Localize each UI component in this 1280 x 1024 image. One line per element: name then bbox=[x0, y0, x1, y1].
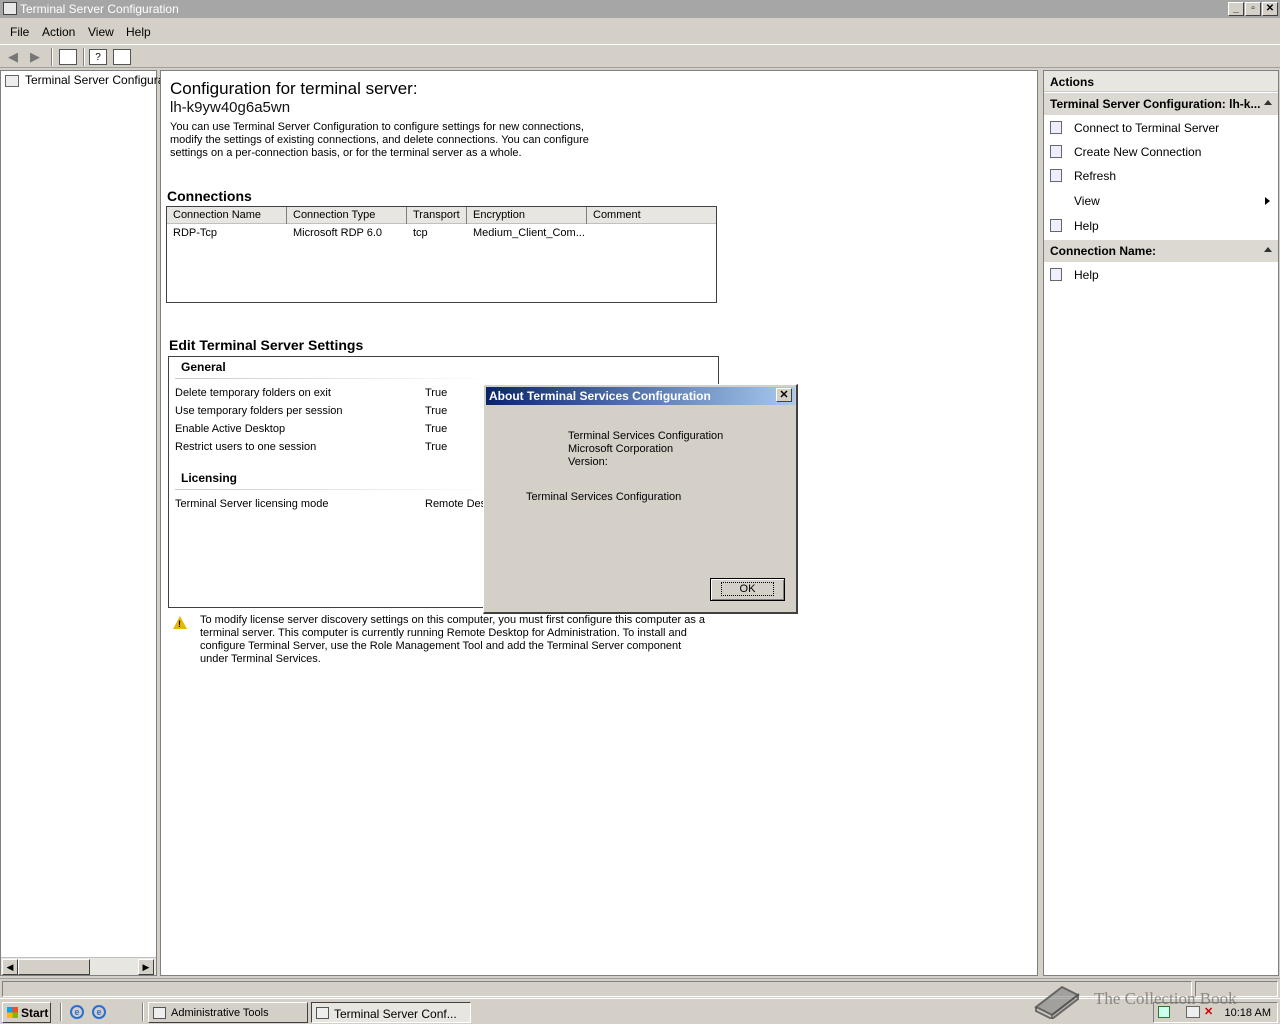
tree-item-terminal-server-configuration[interactable]: Terminal Server Configurati bbox=[5, 73, 170, 87]
setting-value: True bbox=[425, 423, 448, 435]
edit-settings-heading: Edit Terminal Server Settings bbox=[169, 337, 364, 353]
submenu-arrow-icon bbox=[1265, 197, 1270, 205]
book-icon bbox=[1034, 985, 1080, 1019]
computer-icon bbox=[5, 74, 19, 87]
tree-pane: Terminal Server Configurati ◀ ▶ bbox=[0, 70, 170, 976]
title-bar: Terminal Server Configuration _ ▫ ✕ bbox=[0, 0, 1280, 18]
action-view[interactable]: View bbox=[1044, 190, 1278, 212]
app-icon bbox=[316, 1007, 329, 1019]
dialog-description: Terminal Services Configuration bbox=[526, 491, 682, 503]
actions-pane: Actions Terminal Server Configuration: l… bbox=[1043, 70, 1279, 976]
general-heading: General bbox=[181, 360, 226, 374]
scroll-right-icon[interactable]: ▶ bbox=[138, 959, 154, 975]
help-icon[interactable]: ? bbox=[89, 49, 107, 65]
new-connection-icon bbox=[1050, 145, 1062, 158]
column-header[interactable]: Connection Type bbox=[287, 207, 407, 224]
setting-name: Terminal Server licensing mode bbox=[175, 498, 329, 510]
action-connect-to-terminal-server[interactable]: Connect to Terminal Server bbox=[1044, 117, 1278, 139]
taskbar-administrative-tools[interactable]: Administrative Tools bbox=[148, 1002, 308, 1023]
minimize-button[interactable]: _ bbox=[1228, 2, 1244, 16]
menu-view[interactable]: View bbox=[88, 25, 114, 39]
window-title: Terminal Server Configuration bbox=[20, 2, 179, 16]
divider bbox=[175, 489, 495, 490]
about-dialog: About Terminal Services Configuration ✕ … bbox=[483, 384, 798, 614]
forward-arrow-icon[interactable]: ▶ bbox=[26, 49, 44, 65]
warning-icon: ! bbox=[173, 616, 187, 629]
setting-name: Restrict users to one session bbox=[175, 441, 317, 453]
table-row[interactable]: RDP-Tcp Microsoft RDP 6.0 tcp Medium_Cli… bbox=[167, 224, 716, 242]
restore-button[interactable]: ▫ bbox=[1245, 2, 1261, 16]
table-header: Connection Name Connection Type Transpor… bbox=[167, 207, 716, 224]
horizontal-scrollbar[interactable]: ◀ ▶ bbox=[1, 957, 156, 975]
divider bbox=[175, 378, 495, 379]
warning-text: To modify license server discovery setti… bbox=[200, 614, 705, 665]
show-desktop-icon[interactable]: e bbox=[92, 1005, 106, 1019]
menu-bar: File Action View Help bbox=[0, 22, 1280, 42]
licensing-heading: Licensing bbox=[181, 471, 238, 485]
windows-logo-icon bbox=[7, 1007, 18, 1018]
server-icon bbox=[1050, 121, 1062, 134]
dialog-title: About Terminal Services Configuration bbox=[486, 387, 795, 405]
menu-action[interactable]: Action bbox=[42, 25, 75, 39]
show-hide-tree-icon[interactable] bbox=[59, 49, 77, 65]
status-panel bbox=[2, 981, 1192, 997]
actions-header: Actions bbox=[1044, 71, 1278, 92]
help-icon bbox=[1050, 219, 1062, 232]
watermark: The Collection Book bbox=[1030, 977, 1280, 1023]
setting-value: True bbox=[425, 405, 448, 417]
toolbar-separator bbox=[51, 48, 53, 66]
close-button[interactable]: ✕ bbox=[1262, 2, 1278, 16]
setting-value: Remote Des bbox=[425, 498, 487, 510]
description: You can use Terminal Server Configuratio… bbox=[170, 121, 589, 159]
taskbar-separator bbox=[142, 1003, 144, 1021]
dialog-close-icon[interactable]: ✕ bbox=[776, 388, 792, 402]
action-connection-help[interactable]: Help bbox=[1044, 264, 1278, 286]
scroll-thumb[interactable] bbox=[18, 959, 90, 975]
setting-value: True bbox=[425, 441, 448, 453]
table-cell: Microsoft RDP 6.0 bbox=[293, 227, 383, 239]
server-name: lh-k9yw40g6a5wn bbox=[170, 99, 291, 116]
actions-section-connection[interactable]: Connection Name: bbox=[1044, 240, 1278, 262]
start-button[interactable]: Start bbox=[2, 1002, 51, 1023]
help-icon bbox=[1050, 268, 1062, 281]
column-header[interactable]: Connection Name bbox=[167, 207, 287, 224]
column-header[interactable]: Comment bbox=[587, 207, 716, 224]
action-create-new-connection[interactable]: Create New Connection bbox=[1044, 141, 1278, 163]
page-title: Configuration for terminal server: bbox=[170, 79, 418, 98]
watermark-text: The Collection Book bbox=[1094, 989, 1237, 1008]
taskbar-separator bbox=[60, 1003, 62, 1021]
ok-button[interactable]: OK bbox=[710, 578, 785, 601]
table-cell: Medium_Client_Com... bbox=[473, 227, 585, 239]
scroll-left-icon[interactable]: ◀ bbox=[2, 959, 18, 975]
setting-name: Enable Active Desktop bbox=[175, 423, 286, 435]
setting-name: Delete temporary folders on exit bbox=[175, 387, 331, 399]
menu-file[interactable]: File bbox=[10, 25, 29, 39]
refresh-icon bbox=[1050, 169, 1062, 182]
collapse-arrow-icon[interactable] bbox=[1264, 247, 1272, 252]
action-refresh[interactable]: Refresh bbox=[1044, 165, 1278, 187]
show-hide-action-pane-icon[interactable] bbox=[113, 49, 131, 65]
actions-section-server[interactable]: Terminal Server Configuration: lh-k... bbox=[1044, 93, 1278, 115]
app-icon bbox=[3, 2, 17, 15]
internet-explorer-icon[interactable]: e bbox=[70, 1005, 84, 1019]
connections-table[interactable]: Connection Name Connection Type Transpor… bbox=[166, 206, 717, 303]
collapse-arrow-icon[interactable] bbox=[1264, 100, 1272, 105]
action-help[interactable]: Help bbox=[1044, 215, 1278, 237]
taskbar-terminal-server-conf[interactable]: Terminal Server Conf... bbox=[311, 1002, 471, 1023]
dialog-company: Microsoft Corporation bbox=[568, 443, 674, 455]
column-header[interactable]: Transport bbox=[407, 207, 467, 224]
table-cell: tcp bbox=[413, 227, 428, 239]
back-arrow-icon[interactable]: ◀ bbox=[4, 49, 22, 65]
setting-name: Use temporary folders per session bbox=[175, 405, 343, 417]
dialog-product-name: Terminal Services Configuration bbox=[568, 430, 724, 442]
table-cell: RDP-Tcp bbox=[173, 227, 218, 239]
toolbar: ◀ ▶ ? bbox=[0, 44, 1280, 68]
toolbar-separator bbox=[83, 48, 85, 66]
column-header[interactable]: Encryption bbox=[467, 207, 587, 224]
menu-help[interactable]: Help bbox=[126, 25, 151, 39]
setting-value: True bbox=[425, 387, 448, 399]
connections-heading: Connections bbox=[167, 188, 252, 204]
folder-icon bbox=[153, 1007, 166, 1019]
dialog-version: Version: bbox=[568, 456, 608, 468]
